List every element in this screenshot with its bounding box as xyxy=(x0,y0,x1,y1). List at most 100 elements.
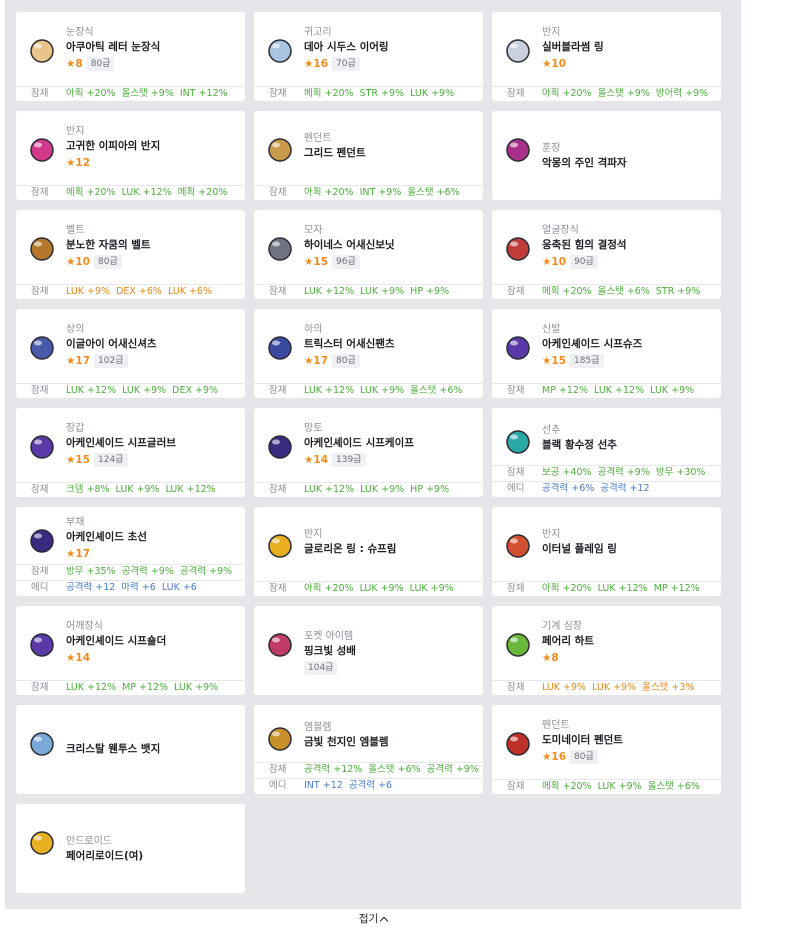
item-card[interactable]: 크리스탈 웬투스 뱃지 xyxy=(16,705,245,794)
option-value: LUK +6 xyxy=(161,582,197,593)
item-type: 부채 xyxy=(66,517,85,528)
item-card[interactable]: 부채 아케인셰이드 초선 ★17 잠재 방무 +35% 공격력 +9% 공격력 +9% 에디 공… xyxy=(16,507,245,596)
option-value: INT +12% xyxy=(179,88,228,99)
item-card[interactable]: 귀고리 데아 시두스 이어링 ★16 70급 잠재 메획 +20% STR +9% LUK +… xyxy=(254,12,483,101)
item-type: 반지 xyxy=(304,529,323,540)
item-card[interactable]: 펜던트 그리드 펜던트 잠재 아획 +20% INT +9% 올스탯 +6% xyxy=(254,111,483,200)
item-type: 훈장 xyxy=(542,143,561,154)
option-value: LUK +12% xyxy=(165,484,216,495)
level-badge: 96급 xyxy=(332,255,360,269)
item-card[interactable]: 장갑 아케인셰이드 시프글러브 ★15 124급 잠재 크뎀 +8% LUK +9% LUK … xyxy=(16,408,245,497)
potential-row-label: 잠재 xyxy=(31,88,49,99)
item-card[interactable]: 하의 트릭스터 어새신팬츠 ★17 80급 잠재 LUK +12% LUK +9% 올스탯 +… xyxy=(254,309,483,398)
potential-row-values: 아획 +20% INT +9% 올스탯 +6% xyxy=(304,186,466,200)
earring-icon xyxy=(263,34,297,68)
option-value: LUK +9% xyxy=(360,385,405,396)
item-name: 블랙 황수정 선추 xyxy=(542,439,617,451)
item-card[interactable]: 망토 아케인셰이드 시프케이프 ★14 139급 잠재 LUK +12% LUK +9% HP… xyxy=(254,408,483,497)
heart-icon xyxy=(501,628,535,662)
item-meta: ★17 80급 xyxy=(304,353,360,369)
item-meta: ★15 124급 xyxy=(66,452,128,468)
item-meta: ★17 102급 xyxy=(66,353,128,369)
item-card[interactable]: 얼굴장식 응축된 힘의 결정석 ★10 90급 잠재 메획 +20% 올스탯 +6% STR … xyxy=(492,210,721,299)
item-card[interactable]: 어깨장식 아케인셰이드 시프숄더 ★14 잠재 LUK +12% MP +12% LUK +… xyxy=(16,606,245,695)
collapse-button[interactable]: 접기 xyxy=(5,909,741,928)
item-type: 반지 xyxy=(542,529,561,540)
potential-row-label: 잠재 xyxy=(31,682,49,693)
option-value: 방무 +30% xyxy=(655,467,706,478)
option-value: LUK +6% xyxy=(167,286,213,297)
pendant-icon xyxy=(263,133,297,167)
item-card[interactable]: 선추 블랙 황수정 선추 잠재 보공 +40% 공격력 +9% 방무 +30% 에디 공격력 … xyxy=(492,408,721,497)
item-name: 글로리온 링 : 슈프림 xyxy=(304,543,397,555)
option-value: 올스탯 +9% xyxy=(597,88,650,99)
item-card[interactable]: 펜던트 도미네이터 펜던트 ★16 80급 잠재 메획 +20% LUK +9% 올스탯 +6… xyxy=(492,705,721,794)
pocket-charm-icon xyxy=(501,425,535,459)
option-value: 방무 +35% xyxy=(66,566,116,577)
starforce-badge: ★14 xyxy=(304,454,329,466)
item-meta: ★8 80급 xyxy=(66,56,115,72)
item-meta: ★10 xyxy=(542,56,566,72)
item-card[interactable]: 벨트 분노한 자쿰의 벨트 ★10 80급 잠재 LUK +9% DEX +6% LUK +6… xyxy=(16,210,245,299)
ring-icon xyxy=(263,529,297,563)
item-card[interactable]: 상의 이글아이 어새신셔츠 ★17 102급 잠재 LUK +12% LUK +9% DEX … xyxy=(16,309,245,398)
item-card[interactable]: 반지 글로리온 링 : 슈프림 잠재 아획 +20% LUK +9% LUK +9% xyxy=(254,507,483,596)
potential-row-label: 잠재 xyxy=(269,286,287,297)
item-type: 반지 xyxy=(542,27,561,38)
potential-row-label: 잠재 xyxy=(269,583,287,594)
item-card[interactable]: 안드로이드 페어리로이드(여) xyxy=(16,804,245,893)
pendant-icon xyxy=(501,727,535,761)
potential-row: 잠재 아획 +20% LUK +12% MP +12% xyxy=(492,581,721,596)
potential-row: 잠재 메획 +20% STR +9% LUK +9% xyxy=(254,86,483,101)
item-card[interactable]: 반지 고귀한 이피아의 반지 ★12 잠재 메획 +20% LUK +12% 메획 +20% xyxy=(16,111,245,200)
item-card[interactable]: 포켓 아이템 핑크빛 성배 104급 xyxy=(254,606,483,695)
option-value: LUK +9% xyxy=(174,682,219,693)
potential-row-values: 메획 +20% STR +9% LUK +9% xyxy=(304,87,460,101)
option-value: LUK +12% xyxy=(304,484,355,495)
equipment-panel: 눈장식 아쿠아틱 레터 눈장식 ★8 80급 잠재 아획 +20% 올스탯 +9% INT +… xyxy=(5,0,741,909)
starforce-badge: ★8 xyxy=(542,652,559,664)
pants-icon xyxy=(263,331,297,365)
option-value: LUK +9% xyxy=(360,286,405,297)
item-type: 선추 xyxy=(542,425,561,436)
option-value: LUK +12% xyxy=(594,385,645,396)
potential-row: 잠재 MP +12% LUK +12% LUK +9% xyxy=(492,383,721,398)
additional-row-label: 에디 xyxy=(31,582,49,593)
potential-row: 잠재 LUK +12% LUK +9% HP +9% xyxy=(254,284,483,299)
option-value: 올스탯 +6% xyxy=(597,286,650,297)
option-value: 마력 +6 xyxy=(121,582,156,593)
item-type: 신발 xyxy=(542,324,561,335)
item-card[interactable]: 엠블렘 금빛 천지인 엠블렘 잠재 공격력 +12% 올스탯 +6% 공격력 +9% 에디 I… xyxy=(254,705,483,794)
potential-row-label: 잠재 xyxy=(31,566,49,577)
item-card[interactable]: 기계 심장 페어리 하트 ★8 잠재 LUK +9% LUK +9% 올스탯 +3% xyxy=(492,606,721,695)
potential-row-values: LUK +12% LUK +9% DEX +9% xyxy=(66,384,224,398)
starforce-badge: ★16 xyxy=(304,58,329,70)
fan-icon xyxy=(25,524,59,558)
potential-row-values: LUK +12% LUK +9% HP +9% xyxy=(304,285,455,299)
item-card[interactable]: 훈장 악몽의 주인 격파자 xyxy=(492,111,721,200)
glove-icon xyxy=(25,430,59,464)
shoulder-icon xyxy=(25,628,59,662)
chalice-icon xyxy=(263,628,297,662)
option-value: INT +9% xyxy=(359,187,402,198)
level-badge: 80급 xyxy=(332,354,360,368)
option-value: LUK +12% xyxy=(304,286,355,297)
item-card[interactable]: 모자 하이네스 어새신보닛 ★15 96급 잠재 LUK +12% LUK +9% HP +9… xyxy=(254,210,483,299)
item-card[interactable]: 눈장식 아쿠아틱 레터 눈장식 ★8 80급 잠재 아획 +20% 올스탯 +9% INT +… xyxy=(16,12,245,101)
potential-row: 잠재 메획 +20% 올스탯 +6% STR +9% xyxy=(492,284,721,299)
item-meta: 104급 xyxy=(304,660,338,676)
item-name: 아케인셰이드 시프숄더 xyxy=(66,635,167,647)
option-value: LUK +12% xyxy=(597,583,648,594)
additional-row-values: 공격력 +12 마력 +6 LUK +6 xyxy=(66,581,203,595)
item-type: 포켓 아이템 xyxy=(304,631,354,642)
potential-row-values: 메획 +20% 올스탯 +6% STR +9% xyxy=(542,285,706,299)
item-card[interactable]: 반지 실버블라썸 링 ★10 잠재 아획 +20% 올스탯 +9% 방어력 +9% xyxy=(492,12,721,101)
potential-row-label: 잠재 xyxy=(31,385,49,396)
potential-row: 잠재 LUK +9% LUK +9% 올스탯 +3% xyxy=(492,680,721,695)
option-value: 공격력 +9% xyxy=(597,467,650,478)
item-type: 장갑 xyxy=(66,423,85,434)
item-card[interactable]: 반지 이터널 플레임 링 잠재 아획 +20% LUK +12% MP +12% xyxy=(492,507,721,596)
potential-row-label: 잠재 xyxy=(269,484,287,495)
item-card[interactable]: 신발 아케인셰이드 시프슈즈 ★15 185급 잠재 MP +12% LUK +12% LUK… xyxy=(492,309,721,398)
option-value: LUK +12% xyxy=(121,187,172,198)
